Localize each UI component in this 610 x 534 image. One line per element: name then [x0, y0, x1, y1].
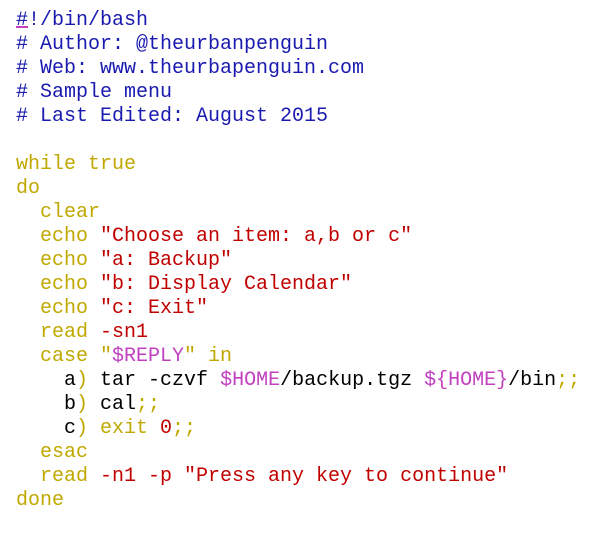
code-line: done: [16, 489, 580, 513]
token-keyword: done: [16, 489, 65, 512]
token-plain: a: [16, 369, 77, 392]
code-line: read -sn1: [16, 321, 580, 345]
token-keyword: echo: [16, 297, 101, 320]
token-keyword: ;;: [172, 417, 197, 440]
token-keyword: ;;: [556, 369, 581, 392]
code-line: # Last Edited: August 2015: [16, 105, 580, 129]
token-plain: /bin: [508, 369, 557, 392]
token-string: "a: Backup": [100, 249, 233, 272]
token-number: 0: [160, 417, 173, 440]
token-keyword: echo: [16, 249, 101, 272]
token-comment: # Last Edited: August 2015: [16, 105, 329, 128]
code-line: b) cal;;: [16, 393, 580, 417]
code-line: echo "Choose an item: a,b or c": [16, 225, 580, 249]
token-keyword: esac: [16, 441, 89, 464]
code-line: # Sample menu: [16, 81, 580, 105]
token-plain: c: [16, 417, 77, 440]
token-string: -sn1: [100, 321, 149, 344]
token-comment: # Author: @theurbanpenguin: [16, 33, 329, 56]
token-variable: ${HOME}: [424, 369, 509, 392]
token-keyword: ): [76, 393, 89, 416]
code-line: # Author: @theurbanpenguin: [16, 33, 580, 57]
token-keyword: ): [76, 369, 89, 392]
code-line: while true: [16, 153, 580, 177]
code-line: echo "b: Display Calendar": [16, 273, 580, 297]
code-line: read -n1 -p "Press any key to continue": [16, 465, 580, 489]
code-line: case "$REPLY" in: [16, 345, 580, 369]
token-string: "Choose an item: a,b or c": [100, 225, 413, 248]
token-keyword: case: [16, 345, 101, 368]
token-keyword: while true: [16, 153, 137, 176]
code-line: #!/bin/bash: [16, 9, 580, 33]
code-line: a) tar -czvf $HOME/backup.tgz ${HOME}/bi…: [16, 369, 580, 393]
token-keyword: ;;: [136, 393, 161, 416]
code-line: echo "a: Backup": [16, 249, 580, 273]
code-line: echo "c: Exit": [16, 297, 580, 321]
token-keyword: echo: [16, 225, 101, 248]
token-plain: /backup.tgz: [280, 369, 425, 392]
code-editor[interactable]: #!/bin/bash # Author: @theurbanpenguin # W…: [16, 9, 580, 513]
token-keyword: clear: [16, 201, 101, 224]
token-variable: $HOME: [220, 369, 281, 392]
token-keyword: ": [100, 345, 113, 368]
code-line: clear: [16, 201, 580, 225]
token-shebang-mark: #: [16, 9, 29, 32]
token-variable: $REPLY: [112, 345, 185, 368]
code-line: # Web: www.theurbapenguin.com: [16, 57, 580, 81]
token-comment: !/bin/bash: [28, 9, 149, 32]
token-keyword: echo: [16, 273, 101, 296]
token-string: "c: Exit": [100, 297, 209, 320]
token-plain: tar -czvf: [88, 369, 221, 392]
token-plain: cal: [88, 393, 137, 416]
token-keyword: " in: [184, 345, 233, 368]
token-plain: b: [16, 393, 77, 416]
code-line: do: [16, 177, 580, 201]
code-line: c) exit 0;;: [16, 417, 580, 441]
token-comment: # Sample menu: [16, 81, 173, 104]
token-keyword: do: [16, 177, 41, 200]
token-comment: # Web: www.theurbapenguin.com: [16, 57, 365, 80]
code-line: esac: [16, 441, 580, 465]
token-keyword: read: [16, 465, 101, 488]
token-keyword: read: [16, 321, 101, 344]
token-string: -n1 -p "Press any key to continue": [100, 465, 509, 488]
token-string: "b: Display Calendar": [100, 273, 353, 296]
token-keyword: ) exit: [76, 417, 161, 440]
